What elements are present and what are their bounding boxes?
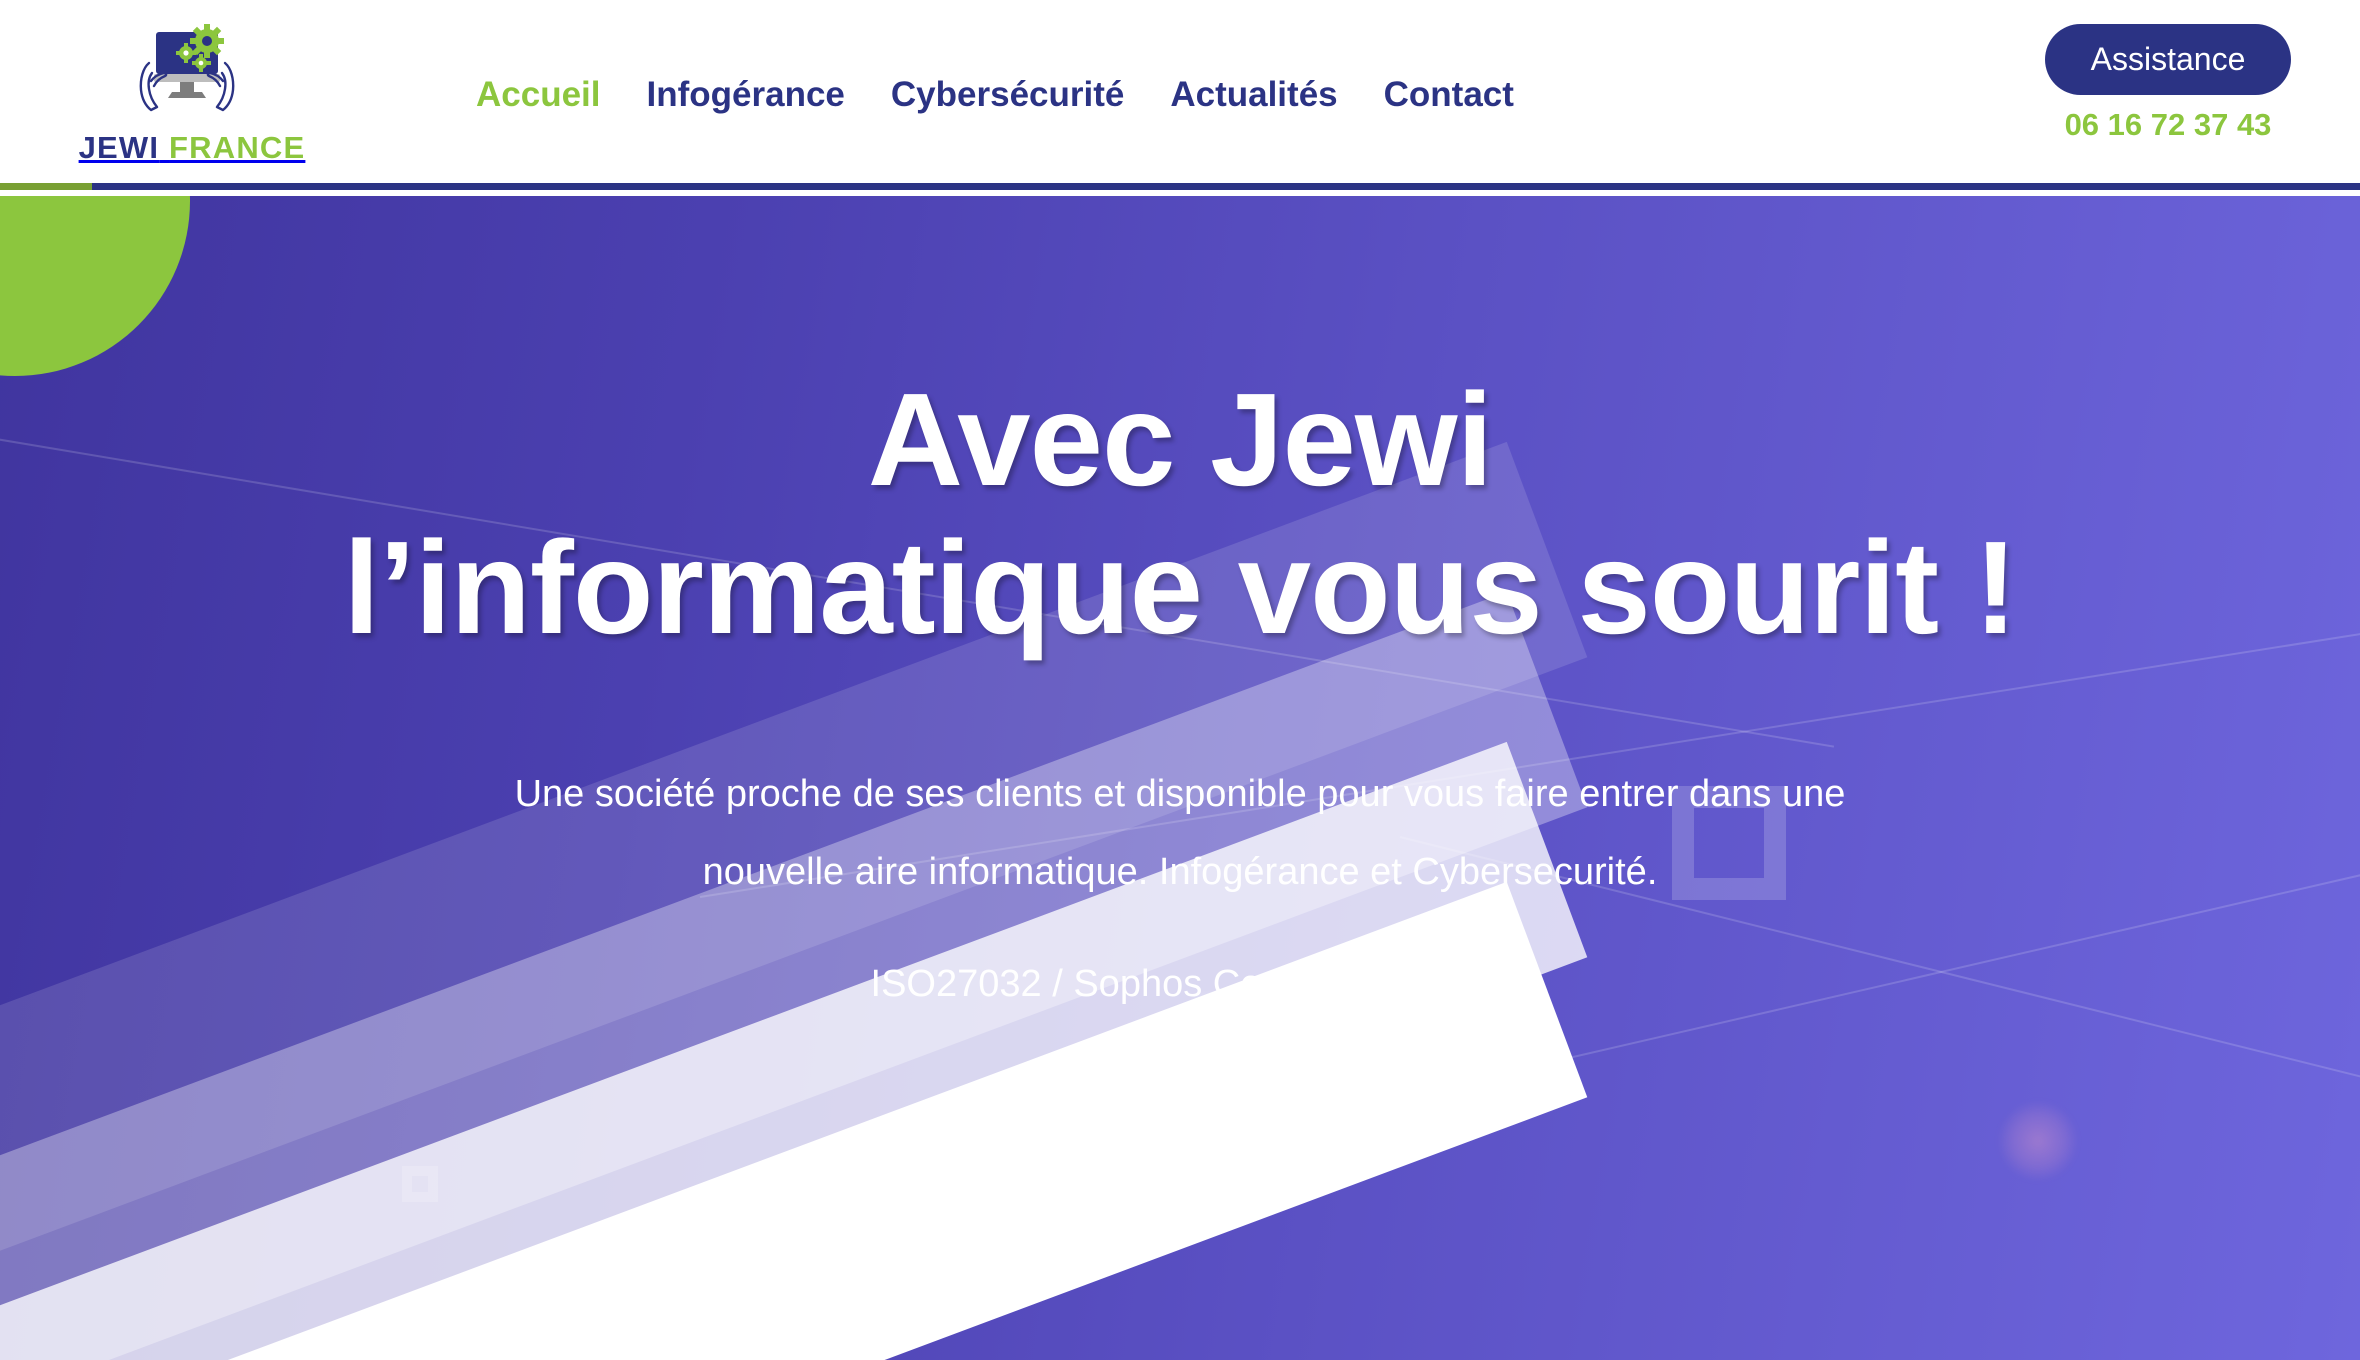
nav-item-actualites[interactable]: Actualités: [1164, 71, 1343, 119]
header-actions: Assistance 06 16 72 37 43: [2028, 24, 2308, 143]
nav-item-accueil[interactable]: Accueil: [470, 71, 607, 119]
header-border-blue-segment: [92, 183, 2360, 190]
logo-word-jewi: JEWI: [78, 130, 160, 165]
hero-title-line-1: Avec Jewi: [867, 366, 1494, 513]
hero-section: Avec Jewi l’informatique vous sourit ! U…: [0, 196, 2360, 1360]
hero-content: Avec Jewi l’informatique vous sourit ! U…: [0, 196, 2360, 1006]
header-border-green-segment: [0, 183, 92, 190]
nav-item-contact[interactable]: Contact: [1378, 71, 1520, 119]
hero-subtitle-line-2: nouvelle aire informatique. Infogérance …: [702, 850, 1658, 893]
hero-title: Avec Jewi l’informatique vous sourit !: [0, 366, 2360, 662]
hero-title-line-2: l’informatique vous sourit !: [343, 513, 2017, 661]
nav-item-infogerance[interactable]: Infogérance: [641, 71, 851, 119]
glow-circle-decoration: [1998, 1101, 2078, 1181]
main-navigation: Accueil Infogérance Cybersécurité Actual…: [470, 0, 1520, 190]
assistance-button[interactable]: Assistance: [2044, 24, 2292, 95]
header-inner: JEWI FRANCE Accueil Infogérance Cyberséc…: [0, 0, 2360, 190]
hero-subtitle: Une société proche de ses clients et dis…: [410, 756, 1950, 912]
header-accent-border: [0, 183, 2360, 190]
logo-word-france: FRANCE: [169, 130, 306, 165]
site-header: JEWI FRANCE Accueil Infogérance Cyberséc…: [0, 0, 2360, 196]
hero-subtitle-line-1: Une société proche de ses clients et dis…: [514, 772, 1846, 815]
site-logo[interactable]: JEWI FRANCE: [52, 22, 332, 177]
hero-certification-note: ISO27032 / Sophos Certified Partner: [870, 963, 1490, 1006]
monitor-gears-in-hands-icon: [102, 22, 282, 130]
nav-item-cybersecurite[interactable]: Cybersécurité: [885, 71, 1130, 119]
phone-number-link[interactable]: 06 16 72 37 43: [2065, 107, 2272, 143]
logo-wordmark: JEWI FRANCE: [79, 132, 306, 163]
